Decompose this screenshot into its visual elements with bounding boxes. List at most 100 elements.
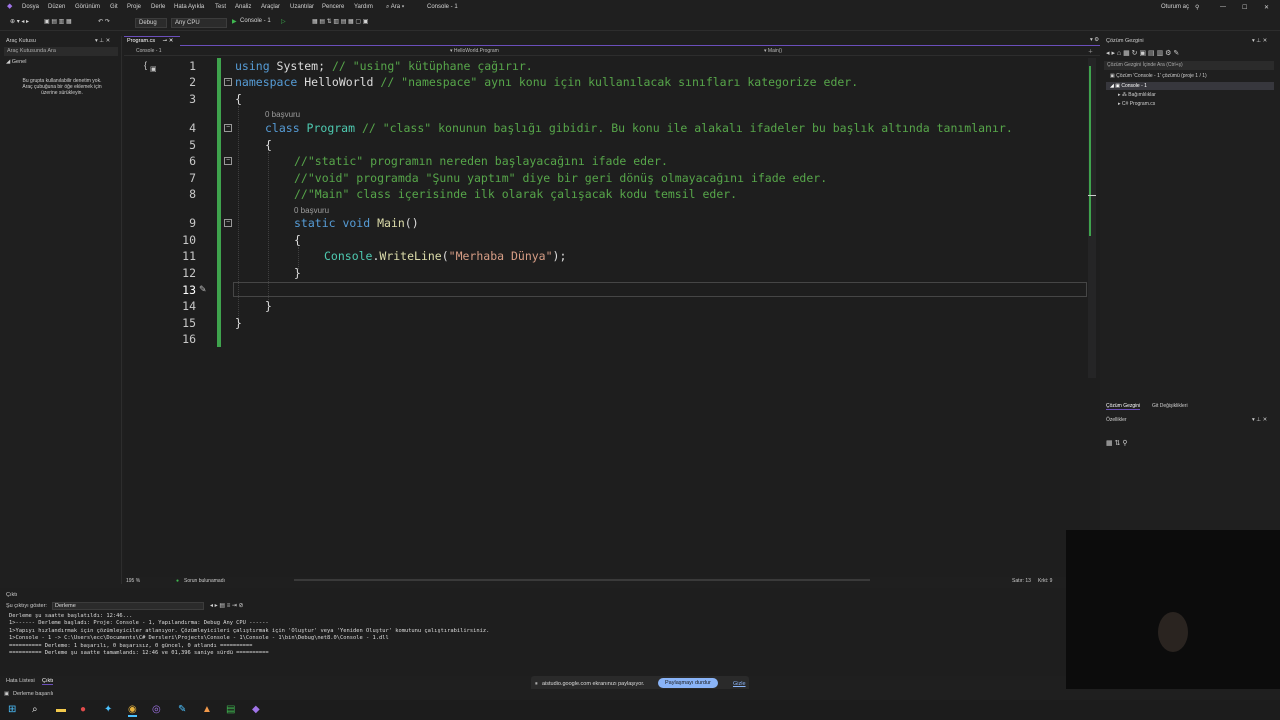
issues-status[interactable]: Sorun bulunamadı	[184, 578, 225, 584]
editor-horizontal-scrollbar[interactable]	[294, 576, 874, 583]
class-nav-select[interactable]: ▾ HelloWorld.Program	[450, 48, 499, 54]
platform-select[interactable]: Any CPU	[171, 18, 227, 28]
menu-pencere[interactable]: Pencere	[322, 4, 344, 10]
menu-araclar[interactable]: Araçlar	[261, 4, 280, 10]
output-line: 1>------ Derleme başladı: Proje: Console…	[9, 620, 269, 626]
line-number: 10	[182, 233, 196, 247]
code-line-2: namespace HelloWorld // "namespace" aynı…	[235, 75, 858, 89]
toolbox-empty-line: üzerine sürükleyin.	[41, 90, 83, 96]
toolbar: ⊕ ▾ ◂ ▸ ▣ ▤ ▥ ▦ ↶ ↷ Debug Any CPU ▶ Cons…	[0, 15, 1280, 31]
member-nav-select[interactable]: ▾ Main()	[764, 48, 782, 54]
reference-count-lens[interactable]: 0 başvuru	[294, 206, 329, 215]
undo-icon[interactable]: ↶ ↷	[98, 18, 110, 25]
output-panel: Çıktı Şu çıktıyı göster: Derleme ◂ ▸ ▤ ≡…	[0, 588, 1066, 676]
stop-sharing-button[interactable]: Paylaşmayı durdur	[658, 678, 718, 688]
editor-vertical-scrollbar[interactable]	[1088, 58, 1096, 378]
zoom-level[interactable]: 195 %	[126, 578, 140, 584]
vlc-icon[interactable]: ▲	[202, 704, 212, 715]
minimize-icon[interactable]: —	[1220, 4, 1226, 10]
menu-hata-ayikla[interactable]: Hata Ayıkla	[174, 4, 204, 10]
line-number: 6	[189, 154, 196, 168]
quick-action-icon[interactable]: ✎	[199, 284, 207, 295]
code-line-3: {	[235, 92, 242, 106]
run-without-debug-icon[interactable]: ▷	[281, 18, 286, 25]
start-icon[interactable]: ⊞	[8, 704, 16, 715]
collapse-icon[interactable]: −	[224, 78, 232, 86]
chrome-icon[interactable]: ◉	[128, 704, 137, 717]
keyword: static void	[294, 216, 371, 230]
properties-controls-icon[interactable]: ▾ ⊥ ✕	[1252, 417, 1267, 423]
close-icon[interactable]: ✕	[1264, 4, 1269, 11]
code-line-5: {	[265, 138, 272, 152]
notepad-icon[interactable]: ▤	[226, 704, 235, 715]
close-tab-icon[interactable]: ✕	[169, 38, 174, 44]
reference-count-lens[interactable]: 0 başvuru	[265, 110, 300, 119]
file-explorer-icon[interactable]: ▬	[56, 704, 66, 715]
steam-icon[interactable]: ✦	[104, 704, 112, 715]
sign-in-link[interactable]: Oturum aç	[1161, 4, 1189, 10]
split-icon[interactable]: ＋	[1088, 48, 1093, 55]
toolbar-tools-icon[interactable]: ▦ ▤ ⇅ ▥ ▤ ▦ ▢ ▣	[312, 18, 368, 25]
account-icon[interactable]: ⚲	[1195, 4, 1199, 11]
visual-studio-taskbar-icon[interactable]: ◆	[252, 704, 260, 715]
tab-program-cs[interactable]: Program.cs ⊸ ✕	[124, 36, 180, 46]
solution-search-input[interactable]: Çözüm Gezgini İçinde Ara (Ctrl+ş)	[1104, 61, 1274, 70]
menu-analiz[interactable]: Analiz	[235, 4, 251, 10]
collapse-icon[interactable]: −	[224, 157, 232, 165]
hide-button[interactable]: Gizle	[733, 681, 746, 687]
properties-title: Özellikler	[1106, 417, 1127, 423]
code-line-9: static void Main()	[294, 216, 419, 230]
menu-yardim[interactable]: Yardım	[354, 4, 373, 10]
menu-uzantilar[interactable]: Uzantılar	[290, 4, 314, 10]
maximize-icon[interactable]: ☐	[1242, 4, 1247, 11]
vscode-icon[interactable]: ✎	[178, 704, 186, 715]
back-forward-icon[interactable]: ⊕ ▾ ◂ ▸	[10, 18, 29, 25]
tab-output[interactable]: Çıktı	[42, 678, 54, 685]
run-icon[interactable]: ▶	[232, 18, 237, 25]
search-taskbar-icon[interactable]: ⌕	[32, 704, 38, 715]
menu-test[interactable]: Test	[215, 4, 226, 10]
class-nav-label: HelloWorld.Program	[453, 48, 499, 54]
punctuation: ()	[404, 216, 419, 230]
output-toolbar-icons[interactable]: ◂ ▸ ▤ ≡ ⇥ ⊘	[210, 602, 244, 609]
project-node[interactable]: ◢ ▣ Console - 1	[1110, 83, 1147, 89]
properties-toolbar-icons[interactable]: ▦ ⇅ ⚲	[1106, 439, 1128, 447]
line-number: 7	[189, 171, 196, 185]
project-nav-select[interactable]: Console - 1	[136, 48, 162, 54]
app-icon[interactable]: ●	[80, 704, 86, 715]
panel-controls-icon[interactable]: ▾ ⊥ ✕	[1252, 38, 1267, 44]
configuration-select[interactable]: Debug	[135, 18, 167, 28]
status-bar: ▣ Derleme başarılı	[0, 689, 1280, 700]
menu-derle[interactable]: Derle	[151, 4, 165, 10]
tab-solution-explorer[interactable]: Çözüm Gezgini	[1106, 403, 1141, 410]
line-number: 9	[189, 216, 196, 230]
tab-git-changes[interactable]: Git Değişiklikleri	[1152, 403, 1188, 409]
punctuation: );	[552, 249, 567, 263]
new-open-save-icon[interactable]: ▣ ▤ ▥ ▦	[44, 18, 72, 25]
run-button-label[interactable]: Console - 1	[240, 18, 271, 24]
toolbox-group-general[interactable]: ◢ Genel	[6, 59, 26, 65]
solution-toolbar-icons[interactable]: ◂ ▸ ⌂ ▦ ↻ ▣ ▤ ▥ ⚙ ✎	[1106, 49, 1179, 57]
line-number: 8	[189, 187, 196, 201]
menu-proje[interactable]: Proje	[127, 4, 141, 10]
member-nav-label: Main()	[767, 48, 783, 54]
toolbox-controls-icon[interactable]: ▾ ⊥ ✕	[95, 38, 110, 44]
output-source-select[interactable]: Derleme	[52, 602, 204, 610]
tab-overflow-icon[interactable]: ▾ ⚙	[1090, 37, 1099, 43]
search-button[interactable]: ⌕ Ara ▾	[386, 4, 404, 11]
obs-icon[interactable]: ◎	[152, 704, 161, 715]
menu-gorunum[interactable]: Görünüm	[75, 4, 100, 10]
menu-git[interactable]: Git	[110, 4, 118, 10]
collapse-icon[interactable]: −	[224, 124, 232, 132]
pin-icon[interactable]: ⊸	[163, 38, 168, 44]
program-cs-node[interactable]: ▸ C# Program.cs	[1118, 101, 1155, 107]
method-name: WriteLine	[379, 249, 442, 263]
menu-duzen[interactable]: Düzen	[48, 4, 65, 10]
menu-dosya[interactable]: Dosya	[22, 4, 39, 10]
collapse-icon[interactable]: −	[224, 219, 232, 227]
build-status-icon: ▣	[4, 691, 10, 697]
dependencies-node[interactable]: ▸ ⁂ Bağımlılıklar	[1118, 92, 1156, 98]
toolbox-search-input[interactable]: Araç Kutusunda Ara	[4, 47, 118, 56]
tab-error-list[interactable]: Hata Listesi	[6, 678, 35, 684]
solution-root-node[interactable]: ▣ Çözüm 'Console - 1' çözümü (proje 1 / …	[1110, 73, 1207, 79]
